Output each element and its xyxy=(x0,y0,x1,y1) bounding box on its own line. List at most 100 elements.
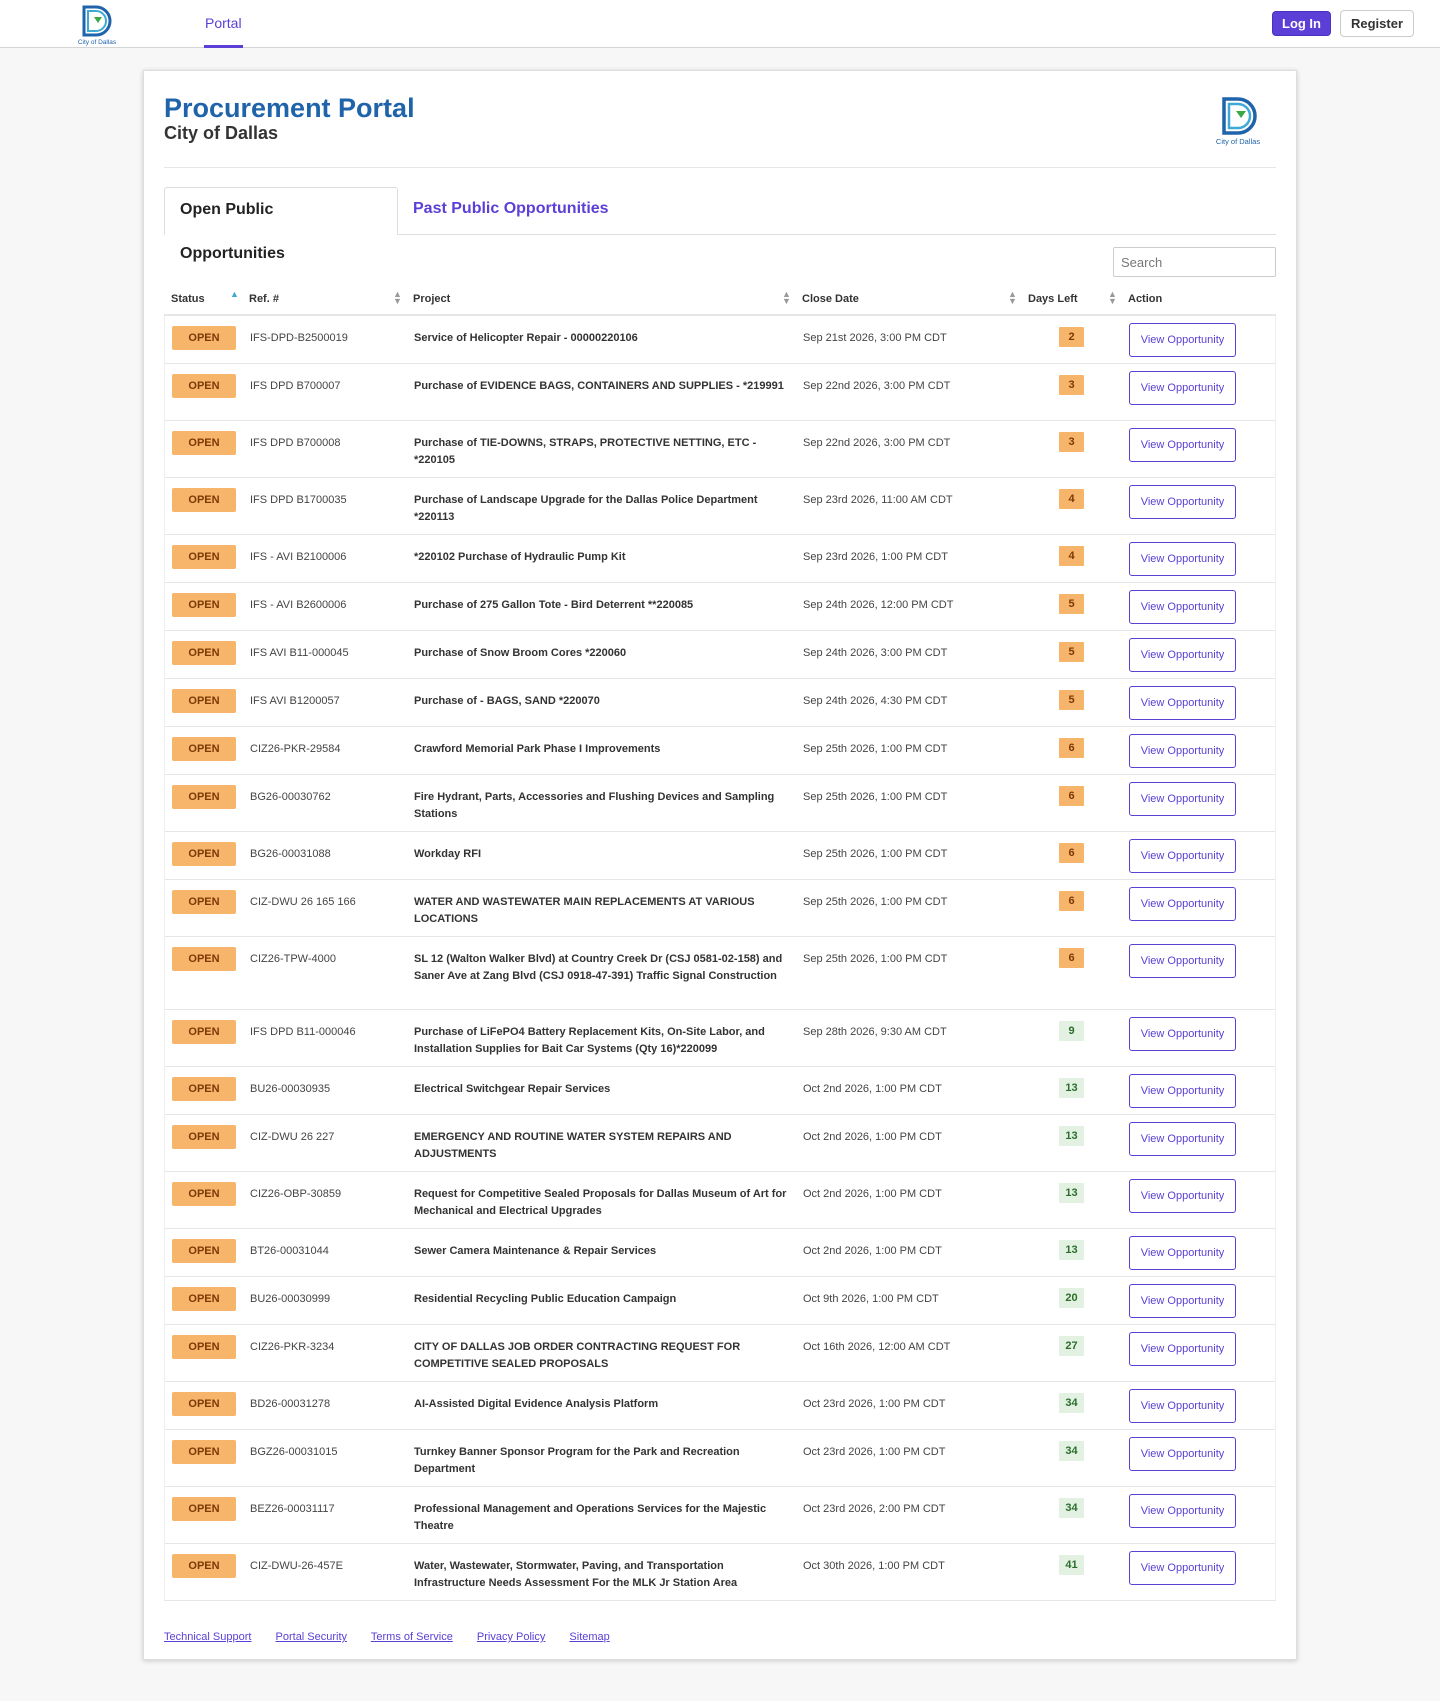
sort-arrows-icon[interactable]: ▲▼ xyxy=(1108,290,1117,306)
action-cell: View Opportunity xyxy=(1129,1389,1236,1423)
ref-cell: IFS - AVI B2100006 xyxy=(250,551,347,563)
footer-link-technical-support[interactable]: Technical Support xyxy=(164,1631,251,1643)
close-date-cell: Oct 23rd 2026, 1:00 PM CDT xyxy=(803,1398,946,1410)
table-row: OPEN IFS AVI B11-000045 Purchase of Snow B… xyxy=(165,631,1275,679)
days-left-cell: 3 xyxy=(1059,432,1084,452)
days-left-badge: 41 xyxy=(1059,1555,1084,1575)
col-header-ref[interactable]: Ref. # xyxy=(249,293,279,305)
view-opportunity-button[interactable]: View Opportunity xyxy=(1129,887,1236,921)
sort-arrows-icon[interactable]: ▲▼ xyxy=(230,290,239,305)
days-left-badge: 34 xyxy=(1059,1498,1084,1518)
view-opportunity-button[interactable]: View Opportunity xyxy=(1129,1284,1236,1318)
action-cell: View Opportunity xyxy=(1129,590,1236,624)
view-opportunity-button[interactable]: View Opportunity xyxy=(1129,839,1236,873)
view-opportunity-button[interactable]: View Opportunity xyxy=(1129,1389,1236,1423)
project-cell: Water, Wastewater, Stormwater, Paving, a… xyxy=(414,1560,738,1589)
view-opportunity-button[interactable]: View Opportunity xyxy=(1129,485,1236,519)
days-left-cell: 9 xyxy=(1059,1021,1084,1041)
view-opportunity-button[interactable]: View Opportunity xyxy=(1129,542,1236,576)
view-opportunity-button[interactable]: View Opportunity xyxy=(1129,428,1236,462)
status-cell: OPEN xyxy=(172,593,236,617)
ref-cell: IFS DPD B700007 xyxy=(250,380,341,392)
table-row: OPEN BEZ26-00031117 Professional Managemen… xyxy=(165,1487,1275,1544)
status-cell: OPEN xyxy=(172,1497,236,1521)
view-opportunity-button[interactable]: View Opportunity xyxy=(1129,1494,1236,1528)
tab-past-opportunities[interactable]: Past Public Opportunities xyxy=(398,187,624,235)
view-opportunity-button[interactable]: View Opportunity xyxy=(1129,686,1236,720)
ref-cell: CIZ-DWU 26 165 166 xyxy=(250,896,356,908)
view-opportunity-button[interactable]: View Opportunity xyxy=(1129,944,1236,978)
col-header-status[interactable]: Status xyxy=(171,293,205,305)
table-body: OPEN IFS-DPD-B2500019 Service of Helicopte… xyxy=(164,316,1276,1601)
days-left-cell: 13 xyxy=(1059,1078,1084,1098)
status-cell: OPEN xyxy=(172,1440,236,1464)
footer-link-terms-of-service[interactable]: Terms of Service xyxy=(371,1631,453,1643)
view-opportunity-button[interactable]: View Opportunity xyxy=(1129,590,1236,624)
page-subtitle: City of Dallas xyxy=(164,123,279,143)
nav-portal-link[interactable]: Portal xyxy=(204,0,243,48)
view-opportunity-button[interactable]: View Opportunity xyxy=(1129,1236,1236,1270)
status-cell: OPEN xyxy=(172,947,236,971)
table-row: OPEN BT26-00031044 Sewer Camera Maintenanc… xyxy=(165,1229,1275,1277)
project-cell: Electrical Switchgear Repair Services xyxy=(414,1083,611,1095)
project-cell: WATER AND WASTEWATER MAIN REPLACEMENTS A… xyxy=(414,896,755,925)
view-opportunity-button[interactable]: View Opportunity xyxy=(1129,1332,1236,1366)
ref-cell: IFS AVI B1200057 xyxy=(250,695,340,707)
days-left-cell: 2 xyxy=(1059,327,1084,347)
city-of-dallas-logo[interactable]: City of Dallas xyxy=(70,3,124,47)
card-logo-caption: City of Dallas xyxy=(1216,137,1260,146)
project-cell: SL 12 (Walton Walker Blvd) at Country Cr… xyxy=(414,953,783,982)
view-opportunity-button[interactable]: View Opportunity xyxy=(1129,1437,1236,1471)
footer-link-sitemap[interactable]: Sitemap xyxy=(569,1631,609,1643)
close-date-cell: Sep 22nd 2026, 3:00 PM CDT xyxy=(803,380,951,392)
col-header-close-date[interactable]: Close Date xyxy=(802,293,859,305)
project-cell: *220102 Purchase of Hydraulic Pump Kit xyxy=(414,551,626,563)
ref-cell: CIZ26-PKR-29584 xyxy=(250,743,341,755)
project-cell: Sewer Camera Maintenance & Repair Servic… xyxy=(414,1245,657,1257)
project-cell: Professional Management and Operations S… xyxy=(414,1503,767,1532)
view-opportunity-button[interactable]: View Opportunity xyxy=(1129,1074,1236,1108)
status-badge: OPEN xyxy=(172,326,236,350)
days-left-badge: 6 xyxy=(1059,948,1084,968)
days-left-badge: 6 xyxy=(1059,891,1084,911)
view-opportunity-button[interactable]: View Opportunity xyxy=(1129,371,1236,405)
days-left-badge: 4 xyxy=(1059,489,1084,509)
view-opportunity-button[interactable]: View Opportunity xyxy=(1129,1179,1236,1213)
table-row: OPEN IFS - AVI B2100006 *220102 Purchase o… xyxy=(165,535,1275,583)
days-left-badge: 9 xyxy=(1059,1021,1084,1041)
sort-arrows-icon[interactable]: ▲▼ xyxy=(393,290,402,306)
view-opportunity-button[interactable]: View Opportunity xyxy=(1129,323,1236,357)
view-opportunity-button[interactable]: View Opportunity xyxy=(1129,1551,1236,1585)
project-cell: Purchase of TIE-DOWNS, STRAPS, PROTECTIV… xyxy=(414,437,757,466)
days-left-cell: 3 xyxy=(1059,375,1084,395)
login-button[interactable]: Log In xyxy=(1272,11,1331,36)
action-cell: View Opportunity xyxy=(1129,371,1236,405)
days-left-badge: 5 xyxy=(1059,594,1084,614)
footer-link-privacy-policy[interactable]: Privacy Policy xyxy=(477,1631,545,1643)
days-left-badge: 5 xyxy=(1059,642,1084,662)
view-opportunity-button[interactable]: View Opportunity xyxy=(1129,782,1236,816)
table-row: OPEN BGZ26-00031015 Turnkey Banner Sponsor… xyxy=(165,1430,1275,1487)
col-header-project[interactable]: Project xyxy=(413,293,450,305)
col-header-days-left[interactable]: Days Left xyxy=(1028,293,1078,305)
status-badge: OPEN xyxy=(172,374,236,398)
days-left-badge: 5 xyxy=(1059,690,1084,710)
days-left-cell: 5 xyxy=(1059,642,1084,662)
opportunity-tabs: Open Public Opportunities Past Public Op… xyxy=(164,187,1276,262)
sort-arrows-icon[interactable]: ▲▼ xyxy=(782,290,791,306)
view-opportunity-button[interactable]: View Opportunity xyxy=(1129,1122,1236,1156)
view-opportunity-button[interactable]: View Opportunity xyxy=(1129,1017,1236,1051)
tab-open-opportunities[interactable]: Open Public Opportunities xyxy=(164,187,398,262)
close-date-cell: Sep 24th 2026, 3:00 PM CDT xyxy=(803,647,948,659)
view-opportunity-button[interactable]: View Opportunity xyxy=(1129,638,1236,672)
sort-arrows-icon[interactable]: ▲▼ xyxy=(1008,290,1017,306)
search-input[interactable] xyxy=(1113,247,1276,277)
view-opportunity-button[interactable]: View Opportunity xyxy=(1129,734,1236,768)
close-date-cell: Oct 2nd 2026, 1:00 PM CDT xyxy=(803,1083,942,1095)
status-cell: OPEN xyxy=(172,641,236,665)
days-left-badge: 27 xyxy=(1059,1336,1084,1356)
ref-cell: CIZ26-TPW-4000 xyxy=(250,953,336,965)
close-date-cell: Sep 25th 2026, 1:00 PM CDT xyxy=(803,896,948,908)
footer-link-portal-security[interactable]: Portal Security xyxy=(276,1631,348,1643)
register-button[interactable]: Register xyxy=(1340,10,1414,37)
